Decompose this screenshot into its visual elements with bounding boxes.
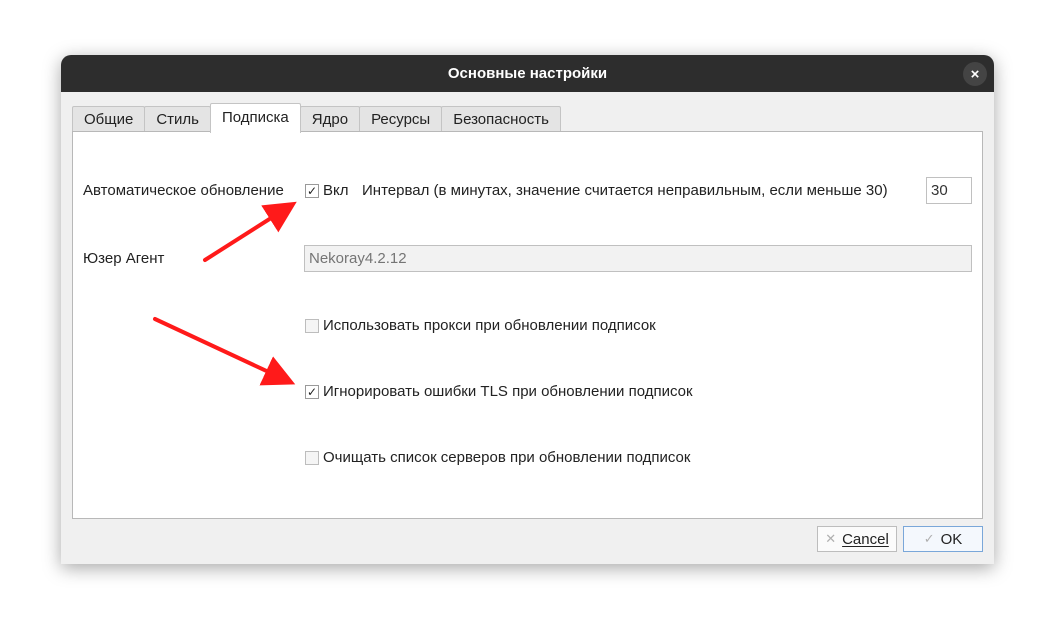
use-proxy-label: Использовать прокси при обновлении подпи… xyxy=(323,317,656,334)
ignore-tls-label: Игнорировать ошибки TLS при обновлении п… xyxy=(323,383,693,400)
tab-security[interactable]: Безопасность xyxy=(441,106,561,133)
ok-button-label: OK xyxy=(940,530,963,548)
clear-servers-label: Очищать список серверов при обновлении п… xyxy=(323,449,691,466)
tab-style[interactable]: Стиль xyxy=(144,106,211,133)
tab-subscription[interactable]: Подписка xyxy=(209,103,301,133)
cancel-button-label: Cancel xyxy=(842,530,889,548)
check-icon: ✓ xyxy=(306,184,318,198)
auto-update-checkbox[interactable]: ✓ xyxy=(305,184,319,198)
title-bar: Основные настройки × xyxy=(61,55,994,92)
auto-update-checkbox-label: Вкл xyxy=(323,182,349,199)
close-icon: × xyxy=(970,65,980,83)
interval-label: Интервал (в минутах, значение считается … xyxy=(362,182,888,199)
user-agent-label: Юзер Агент xyxy=(83,250,165,267)
tab-core[interactable]: Ядро xyxy=(299,106,361,133)
check-icon: ✓ xyxy=(306,385,318,399)
tab-bar: Общие Стиль Подписка Ядро Ресурсы Безопа… xyxy=(72,103,561,133)
user-agent-input[interactable] xyxy=(304,245,972,272)
subscription-panel: Автоматическое обновление ✓ Вкл Интервал… xyxy=(72,131,983,519)
close-button[interactable]: × xyxy=(963,62,987,86)
window-title: Основные настройки xyxy=(447,65,608,82)
tab-general[interactable]: Общие xyxy=(72,106,146,133)
auto-update-label: Автоматическое обновление xyxy=(83,182,284,199)
ok-check-icon: ✓ xyxy=(923,531,935,546)
ignore-tls-checkbox[interactable]: ✓ xyxy=(305,385,319,399)
tab-resources[interactable]: Ресурсы xyxy=(359,106,443,133)
ok-button[interactable]: ✓ OK xyxy=(903,526,983,552)
use-proxy-checkbox[interactable] xyxy=(305,319,319,333)
settings-dialog: Основные настройки × Общие Стиль Подписк… xyxy=(61,55,994,564)
cancel-icon: ✕ xyxy=(825,531,837,546)
cancel-button[interactable]: ✕ Cancel xyxy=(817,526,897,552)
interval-input[interactable] xyxy=(926,177,972,204)
clear-servers-checkbox[interactable] xyxy=(305,451,319,465)
